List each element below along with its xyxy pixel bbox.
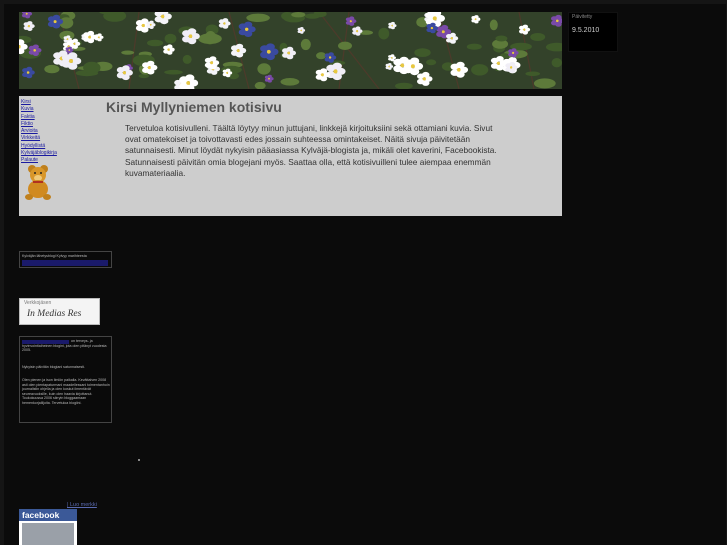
teddy-bear-image bbox=[24, 164, 52, 205]
updated-date: 9.5.2010 bbox=[572, 27, 600, 34]
about-paragraph-2: Nykyisin päivitän blogiani satunnaisesti… bbox=[22, 365, 86, 369]
header-banner-image bbox=[19, 12, 562, 89]
blog-box-text: Kylväjän lähetysblogi Kylvyy marihteesta bbox=[22, 254, 87, 258]
nav-link-fiktio[interactable]: Fiktio bbox=[21, 121, 57, 128]
sidebar-about-box: on terveys- ja hyvinvointiaiheinen blogi… bbox=[19, 336, 112, 423]
site-navigation: Kirsi Kuvia Faktia Fiktio Arvioita Virkk… bbox=[21, 99, 57, 165]
nav-link-kylvajablogikirja[interactable]: Kylväjäblogikirja bbox=[21, 150, 57, 157]
facebook-badge[interactable]: facebook bbox=[19, 509, 77, 545]
in-medias-res-badge[interactable]: Verkkojäsen In Medias Res bbox=[19, 298, 100, 325]
about-paragraph-1: on terveys- ja hyvinvointiaiheinen blogi… bbox=[22, 339, 107, 353]
blog-box-link[interactable] bbox=[22, 260, 108, 266]
nav-link-hyodyllista[interactable]: Hyödyllistä bbox=[21, 143, 57, 150]
facebook-header: facebook bbox=[19, 509, 77, 521]
intro-text: Tervetuloa kotisivulleni. Täältä löytyy … bbox=[125, 123, 497, 178]
medias-small-label: Verkkojäsen bbox=[24, 300, 52, 306]
decorative-dot bbox=[138, 459, 140, 461]
page-title: Kirsi Myllyniemen kotisivu bbox=[106, 99, 282, 115]
main-content: Kirsi Kuvia Faktia Fiktio Arvioita Virkk… bbox=[19, 96, 562, 216]
nav-link-virkkeita[interactable]: Virkkeitä bbox=[21, 135, 57, 142]
nav-link-kirsi[interactable]: Kirsi bbox=[21, 99, 57, 106]
medias-logo-text: In Medias Res bbox=[27, 309, 82, 319]
sidebar-blog-box: Kylväjän lähetysblogi Kylvyy marihteesta bbox=[19, 251, 112, 268]
create-badge-link[interactable]: | Luo merkki bbox=[67, 502, 97, 508]
nav-link-arvioita[interactable]: Arvioita bbox=[21, 128, 57, 135]
nav-link-faktia[interactable]: Faktia bbox=[21, 114, 57, 121]
facebook-profile-picture bbox=[22, 523, 74, 545]
updated-label: Päivitetty bbox=[572, 14, 593, 20]
nav-link-kuvia[interactable]: Kuvia bbox=[21, 106, 57, 113]
about-paragraph-3: Olen pienen ja ison ilmiön paikalla. Kev… bbox=[22, 378, 110, 405]
updated-date-box: Päivitetty 9.5.2010 bbox=[568, 12, 618, 52]
